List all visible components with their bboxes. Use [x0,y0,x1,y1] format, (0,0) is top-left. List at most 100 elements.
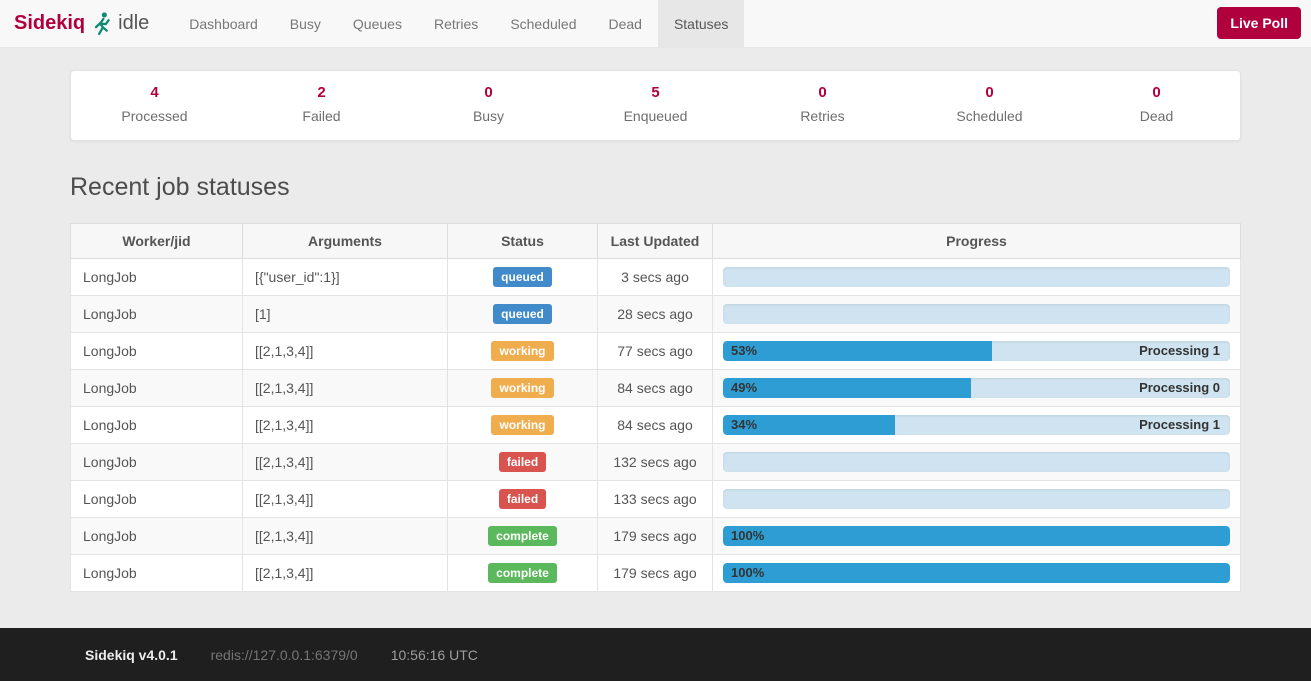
progress-percent-label: 49% [731,380,758,395]
status-cell: working [447,406,598,444]
worker-cell: LongJob [70,406,243,444]
table-row: LongJob [{"user_id":1}] queued 3 secs ag… [70,258,1241,296]
nav-item-dead[interactable]: Dead [592,0,657,47]
progress-cell: 34% Processing 1 [712,406,1241,444]
stat-value: 5 [651,84,660,101]
last-updated-cell: 28 secs ago [597,295,713,333]
worker-cell: LongJob [70,369,243,407]
last-updated-cell: 3 secs ago [597,258,713,296]
stat-label: Processed [121,108,188,124]
arguments-cell: [[2,1,3,4]] [242,443,448,481]
stat-label: Dead [1139,108,1174,124]
status-badge: complete [488,526,557,546]
worker-cell: LongJob [70,443,243,481]
stat-item-failed[interactable]: 2 Failed [238,84,405,126]
table-header-cell: Progress [712,223,1241,259]
stat-item-processed[interactable]: 4 Processed [71,84,238,126]
nav-item-dashboard[interactable]: Dashboard [173,0,274,47]
progress-bar [723,267,1230,287]
progress-bar [723,489,1230,509]
progress-percent-label: 53% [731,343,758,358]
footer: Sidekiq v4.0.1 redis://127.0.0.1:6379/0 … [0,628,1311,681]
progress-bar: 49% Processing 0 [723,378,1230,398]
table-body: LongJob [{"user_id":1}] queued 3 secs ag… [70,258,1241,592]
status-badge: working [491,341,554,361]
stat-item-scheduled[interactable]: 0 Scheduled [906,84,1073,126]
table-header-cell: Last Updated [597,223,713,259]
stat-label: Enqueued [623,108,688,124]
status-cell: complete [447,517,598,555]
progress-message-label: Processing 1 [1139,343,1220,358]
progress-message-label: Processing 1 [1139,417,1220,432]
status-cell: queued [447,295,598,333]
last-updated-cell: 132 secs ago [597,443,713,481]
progress-fill [723,341,992,361]
arguments-cell: [{"user_id":1}] [242,258,448,296]
stat-value: 0 [484,84,493,101]
stat-label: Retries [800,108,845,124]
arguments-cell: [[2,1,3,4]] [242,554,448,592]
arguments-cell: [[2,1,3,4]] [242,369,448,407]
last-updated-cell: 133 secs ago [597,480,713,518]
stat-value: 0 [1152,84,1161,101]
stat-item-dead[interactable]: 0 Dead [1073,84,1240,126]
stat-label: Failed [302,108,341,124]
worker-cell: LongJob [70,517,243,555]
table-row: LongJob [[2,1,3,4]] failed 132 secs ago [70,443,1241,481]
progress-percent-label: 100% [731,528,765,543]
progress-bar: 100% [723,563,1230,583]
progress-cell: 53% Processing 1 [712,332,1241,370]
stat-value: 0 [985,84,994,101]
last-updated-cell: 84 secs ago [597,406,713,444]
status-badge: working [491,378,554,398]
stat-item-retries[interactable]: 0 Retries [739,84,906,126]
status-badge: working [491,415,554,435]
progress-percent-label: 100% [731,565,765,580]
progress-cell: 100% [712,517,1241,555]
status-cell: working [447,369,598,407]
nav-item-retries[interactable]: Retries [418,0,494,47]
status-cell: complete [447,554,598,592]
footer-redis-url: redis://127.0.0.1:6379/0 [210,646,358,663]
stat-item-busy[interactable]: 0 Busy [405,84,572,126]
nav-item-statuses[interactable]: Statuses [657,0,745,47]
progress-fill [723,563,1230,583]
nav-links: Dashboard Busy Queues Retries Scheduled Dead S… [173,0,745,47]
progress-bar [723,452,1230,472]
brand-name: Sidekiq [14,12,86,34]
nav-item-queues[interactable]: Queues [337,0,418,47]
progress-bar: 34% Processing 1 [723,415,1230,435]
stat-value: 4 [150,84,159,101]
table-header-cell: Status [447,223,598,259]
stat-item-enqueued[interactable]: 5 Enqueued [572,84,739,126]
nav-item-scheduled[interactable]: Scheduled [494,0,592,47]
progress-cell [712,443,1241,481]
status-cell: failed [447,443,598,481]
table-header-cell: Arguments [242,223,448,259]
arguments-cell: [[2,1,3,4]] [242,480,448,518]
table-header-row: Worker/jid Arguments Status Last Updated Pro… [70,223,1241,259]
last-updated-cell: 77 secs ago [597,332,713,370]
table-row: LongJob [[2,1,3,4]] working 77 secs ago … [70,332,1241,370]
live-poll-button[interactable]: Live Poll [1217,7,1301,39]
progress-bar: 100% [723,526,1230,546]
status-badge: failed [498,452,547,472]
worker-cell: LongJob [70,480,243,518]
nav-item-busy[interactable]: Busy [274,0,337,47]
table-row: LongJob [[2,1,3,4]] working 84 secs ago … [70,406,1241,444]
progress-bar: 53% Processing 1 [723,341,1230,361]
progress-cell [712,258,1241,296]
arguments-cell: [1] [242,295,448,333]
stat-value: 2 [317,84,326,101]
footer-version: Sidekiq v4.0.1 [85,646,178,663]
brand[interactable]: Sidekiq idle [0,0,159,47]
main: 4 Processed 2 Failed 0 Busy 5 Enqueued 0… [0,48,1311,628]
runner-icon [92,11,111,37]
table-row: LongJob [[2,1,3,4]] working 84 secs ago … [70,369,1241,407]
arguments-cell: [[2,1,3,4]] [242,406,448,444]
table-row: LongJob [[2,1,3,4]] failed 133 secs ago [70,480,1241,518]
footer-time: 10:56:16 UTC [390,646,478,663]
status-cell: failed [447,480,598,518]
last-updated-cell: 179 secs ago [597,554,713,592]
table-row: LongJob [[2,1,3,4]] complete 179 secs ag… [70,517,1241,555]
